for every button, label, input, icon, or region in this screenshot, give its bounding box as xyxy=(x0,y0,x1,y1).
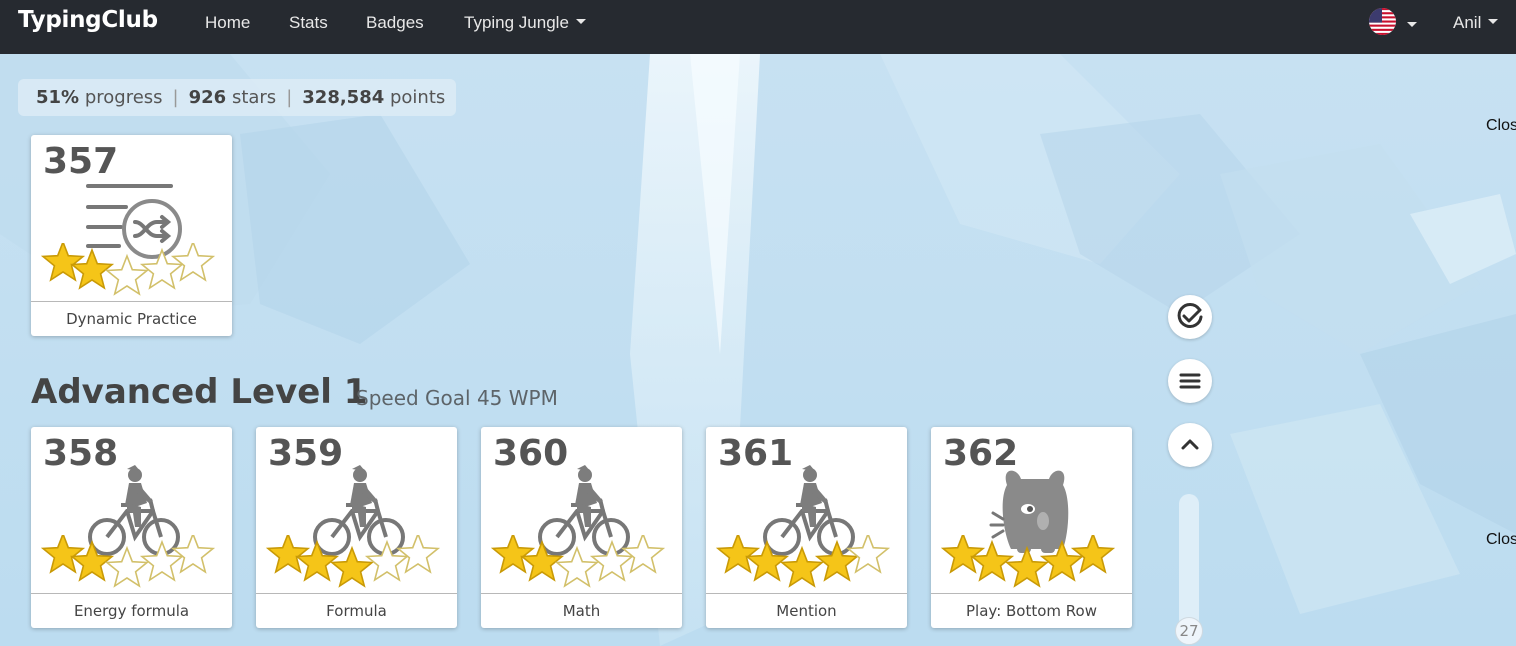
top-navbar: TypingClub Home Stats Badges Typing Jung… xyxy=(0,0,1516,54)
speed-goal: Speed Goal 45 WPM xyxy=(356,386,558,410)
star-empty-icon xyxy=(554,545,600,588)
star-filled-icon xyxy=(1070,535,1116,574)
lesson-card-357[interactable]: 357 Dynamic Practice xyxy=(31,135,232,336)
lesson-card-358[interactable]: 358 Energy formula xyxy=(31,427,232,628)
stars-value: 926 xyxy=(188,87,227,108)
star-empty-icon xyxy=(170,243,216,282)
star-empty-icon xyxy=(845,535,891,574)
brand-logo[interactable]: TypingClub xyxy=(18,7,158,33)
lesson-label: Play: Bottom Row xyxy=(931,593,1132,628)
caret-down-icon xyxy=(575,19,586,25)
lesson-label: Formula xyxy=(256,593,457,628)
user-name: Anil xyxy=(1453,13,1482,32)
lesson-label: Dynamic Practice xyxy=(31,301,232,336)
lesson-card-362[interactable]: 362 Play: Bottom Row xyxy=(931,427,1132,628)
points-value: 328,584 xyxy=(302,87,385,108)
check-circle-button[interactable] xyxy=(1168,295,1212,339)
lesson-card-360[interactable]: 360 Math xyxy=(481,427,682,628)
scroll-up-button[interactable] xyxy=(1168,423,1212,467)
star-filled-icon xyxy=(41,535,86,574)
user-menu[interactable]: Anil xyxy=(1453,13,1499,33)
nav-stats[interactable]: Stats xyxy=(289,13,328,33)
lesson-label: Mention xyxy=(706,593,907,628)
star-filled-icon xyxy=(1004,545,1050,588)
star-rating xyxy=(41,243,216,296)
progress-stats-bar: 51% progress | 926 stars | 328,584 points xyxy=(18,79,456,116)
star-rating xyxy=(491,535,666,588)
cutoff-close-text[interactable]: Clos xyxy=(1486,117,1516,135)
star-empty-icon xyxy=(170,535,216,574)
star-rating xyxy=(716,535,891,588)
star-empty-icon xyxy=(395,535,441,574)
check-circle-icon xyxy=(1177,302,1203,328)
us-flag-icon[interactable] xyxy=(1369,8,1396,35)
menu-icon xyxy=(1179,373,1201,389)
star-filled-icon xyxy=(266,535,311,574)
nav-typing-jungle-dropdown[interactable]: Typing Jungle xyxy=(464,13,586,33)
star-filled-icon xyxy=(329,545,375,588)
star-filled-icon xyxy=(941,535,986,574)
nav-badges[interactable]: Badges xyxy=(366,13,424,33)
lesson-number: 359 xyxy=(268,433,344,474)
progress-value: 51% xyxy=(36,87,80,108)
menu-button[interactable] xyxy=(1168,359,1212,403)
caret-down-icon xyxy=(1488,19,1499,25)
star-empty-icon xyxy=(104,545,150,588)
lesson-number: 358 xyxy=(43,433,119,474)
star-rating xyxy=(41,535,216,588)
progress-label: progress xyxy=(84,87,163,108)
star-empty-icon xyxy=(620,535,666,574)
lesson-number: 357 xyxy=(43,141,119,182)
star-empty-icon xyxy=(104,253,150,296)
points-label: points xyxy=(389,87,446,108)
nav-home[interactable]: Home xyxy=(205,13,250,33)
star-rating xyxy=(941,535,1116,588)
cutoff-close-text[interactable]: Clos xyxy=(1486,531,1516,549)
nav-typing-jungle-label: Typing Jungle xyxy=(464,13,569,32)
star-filled-icon xyxy=(41,243,86,282)
star-filled-icon xyxy=(716,535,761,574)
lesson-number: 360 xyxy=(493,433,569,474)
star-rating xyxy=(266,535,441,588)
star-filled-icon xyxy=(779,545,825,588)
chevron-up-icon xyxy=(1181,439,1199,450)
lesson-card-359[interactable]: 359 Formula xyxy=(256,427,457,628)
lesson-card-361[interactable]: 361 Mention xyxy=(706,427,907,628)
star-filled-icon xyxy=(491,535,536,574)
level-title: Advanced Level 1 xyxy=(31,372,368,412)
progress-track-scrollbar[interactable] xyxy=(1179,494,1199,629)
lesson-label: Energy formula xyxy=(31,593,232,628)
lesson-number: 362 xyxy=(943,433,1019,474)
language-caret-icon[interactable] xyxy=(1407,22,1417,27)
lesson-label: Math xyxy=(481,593,682,628)
track-counter: 27 xyxy=(1175,617,1203,645)
lesson-number: 361 xyxy=(718,433,794,474)
stars-label: stars xyxy=(231,87,277,108)
